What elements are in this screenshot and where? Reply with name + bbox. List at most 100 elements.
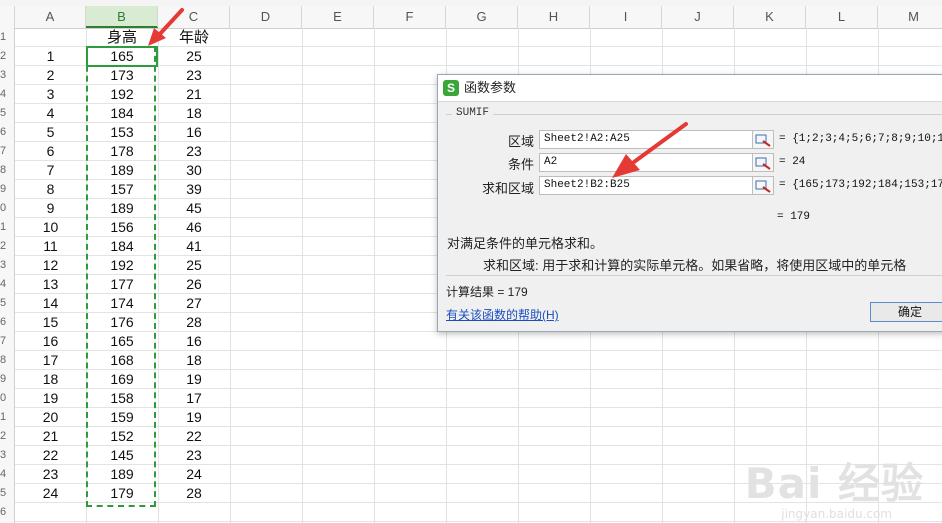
collapse-dialog-icon	[755, 134, 771, 147]
red-arrow-to-sum-range	[612, 122, 688, 178]
cell-a[interactable]: 24	[15, 484, 86, 503]
sum-range-select-button[interactable]	[752, 176, 774, 195]
row-header[interactable]: 4	[0, 275, 14, 294]
cell-a[interactable]: 1	[15, 47, 86, 66]
row-header[interactable]: 1	[0, 28, 14, 47]
column-header-e[interactable]: E	[302, 6, 374, 28]
cell-c[interactable]: 30	[158, 161, 230, 180]
row-header[interactable]: 5	[0, 104, 14, 123]
cell-a[interactable]: 2	[15, 66, 86, 85]
cell-c[interactable]: 28	[158, 484, 230, 503]
cell-c[interactable]: 23	[158, 66, 230, 85]
row-header[interactable]: 6	[0, 313, 14, 332]
ok-button[interactable]: 确定	[870, 302, 942, 322]
cell-c[interactable]: 17	[158, 389, 230, 408]
cell-c[interactable]: 26	[158, 275, 230, 294]
cell-a[interactable]: 12	[15, 256, 86, 275]
row-header[interactable]: 0	[0, 199, 14, 218]
row-header[interactable]: 3	[0, 256, 14, 275]
criteria-select-button[interactable]	[752, 153, 774, 172]
cell-c[interactable]: 39	[158, 180, 230, 199]
column-header-l[interactable]: L	[806, 6, 878, 28]
row-header[interactable]: 2	[0, 237, 14, 256]
cell-c[interactable]: 41	[158, 237, 230, 256]
column-header-h[interactable]: H	[518, 6, 590, 28]
column-header-i[interactable]: I	[590, 6, 662, 28]
cell-c[interactable]: 19	[158, 370, 230, 389]
cell-a[interactable]: 7	[15, 161, 86, 180]
cell-a[interactable]: 22	[15, 446, 86, 465]
grid-vline	[374, 28, 375, 523]
row-header[interactable]: 4	[0, 85, 14, 104]
cell-c[interactable]: 18	[158, 104, 230, 123]
row-header[interactable]: 7	[0, 332, 14, 351]
column-header-k[interactable]: K	[734, 6, 806, 28]
column-header-a[interactable]: A	[15, 6, 86, 28]
cell-a[interactable]: 18	[15, 370, 86, 389]
cell-a[interactable]: 9	[15, 199, 86, 218]
column-header-j[interactable]: J	[662, 6, 734, 28]
column-header-g[interactable]: G	[446, 6, 518, 28]
cell-c[interactable]: 24	[158, 465, 230, 484]
cell-a[interactable]: 8	[15, 180, 86, 199]
param-label-range: 区域	[507, 134, 534, 149]
cell-a[interactable]: 6	[15, 142, 86, 161]
cell-a[interactable]: 21	[15, 427, 86, 446]
column-header-d[interactable]: D	[230, 6, 302, 28]
row-header[interactable]: 8	[0, 161, 14, 180]
cell-a[interactable]: 14	[15, 294, 86, 313]
cell-c[interactable]: 46	[158, 218, 230, 237]
dialog-title-bar[interactable]: S 函数参数	[438, 75, 942, 102]
cell-c[interactable]: 19	[158, 408, 230, 427]
row-header[interactable]: 7	[0, 142, 14, 161]
cell-c[interactable]: 25	[158, 256, 230, 275]
cell-a[interactable]: 5	[15, 123, 86, 142]
cell-c[interactable]: 28	[158, 313, 230, 332]
row-header[interactable]: 2	[0, 47, 14, 66]
row-header[interactable]: 9	[0, 180, 14, 199]
row-header[interactable]: 5	[0, 294, 14, 313]
row-header[interactable]: 3	[0, 66, 14, 85]
column-header-f[interactable]: F	[374, 6, 446, 28]
cell-a[interactable]: 13	[15, 275, 86, 294]
row-header[interactable]: 0	[0, 389, 14, 408]
cell-c[interactable]: 16	[158, 123, 230, 142]
row-header[interactable]: 9	[0, 370, 14, 389]
cell-a[interactable]: 15	[15, 313, 86, 332]
cell-c[interactable]: 23	[158, 142, 230, 161]
cell-a[interactable]: 10	[15, 218, 86, 237]
range-select-button[interactable]	[752, 130, 774, 149]
cell-a[interactable]: 17	[15, 351, 86, 370]
function-arguments-dialog: S 函数参数 SUMIF 区域 Sheet2!A2:A25 = {1;2;3;4…	[437, 74, 942, 332]
cell-a[interactable]: 3	[15, 85, 86, 104]
row-header[interactable]: 4	[0, 465, 14, 484]
cell-c[interactable]: 18	[158, 351, 230, 370]
function-name: SUMIF	[452, 107, 494, 119]
function-description: 对满足条件的单元格求和。	[447, 236, 604, 251]
select-all-corner[interactable]	[0, 6, 15, 28]
cell-c[interactable]: 23	[158, 446, 230, 465]
param-value-sum-range: = {165;173;192;184;153;178;	[779, 179, 942, 191]
cell-a[interactable]: 16	[15, 332, 86, 351]
column-header-m[interactable]: M	[878, 6, 942, 28]
cell-c[interactable]: 45	[158, 199, 230, 218]
cell-a[interactable]: 20	[15, 408, 86, 427]
row-header[interactable]: 3	[0, 446, 14, 465]
function-help-link[interactable]: 有关该函数的帮助(H)	[446, 306, 559, 323]
row-header[interactable]: 6	[0, 123, 14, 142]
cell-a[interactable]: 11	[15, 237, 86, 256]
row-header[interactable]: 1	[0, 408, 14, 427]
collapse-dialog-icon	[755, 180, 771, 193]
cell-c[interactable]: 27	[158, 294, 230, 313]
cell-a[interactable]: 19	[15, 389, 86, 408]
row-header[interactable]: 2	[0, 427, 14, 446]
row-header[interactable]: 8	[0, 351, 14, 370]
row-header[interactable]: 5	[0, 484, 14, 503]
cell-a[interactable]: 4	[15, 104, 86, 123]
cell-c[interactable]: 21	[158, 85, 230, 104]
cell-a[interactable]: 23	[15, 465, 86, 484]
cell-c[interactable]: 22	[158, 427, 230, 446]
row-header[interactable]: 6	[0, 503, 14, 522]
row-header[interactable]: 1	[0, 218, 14, 237]
cell-c[interactable]: 16	[158, 332, 230, 351]
